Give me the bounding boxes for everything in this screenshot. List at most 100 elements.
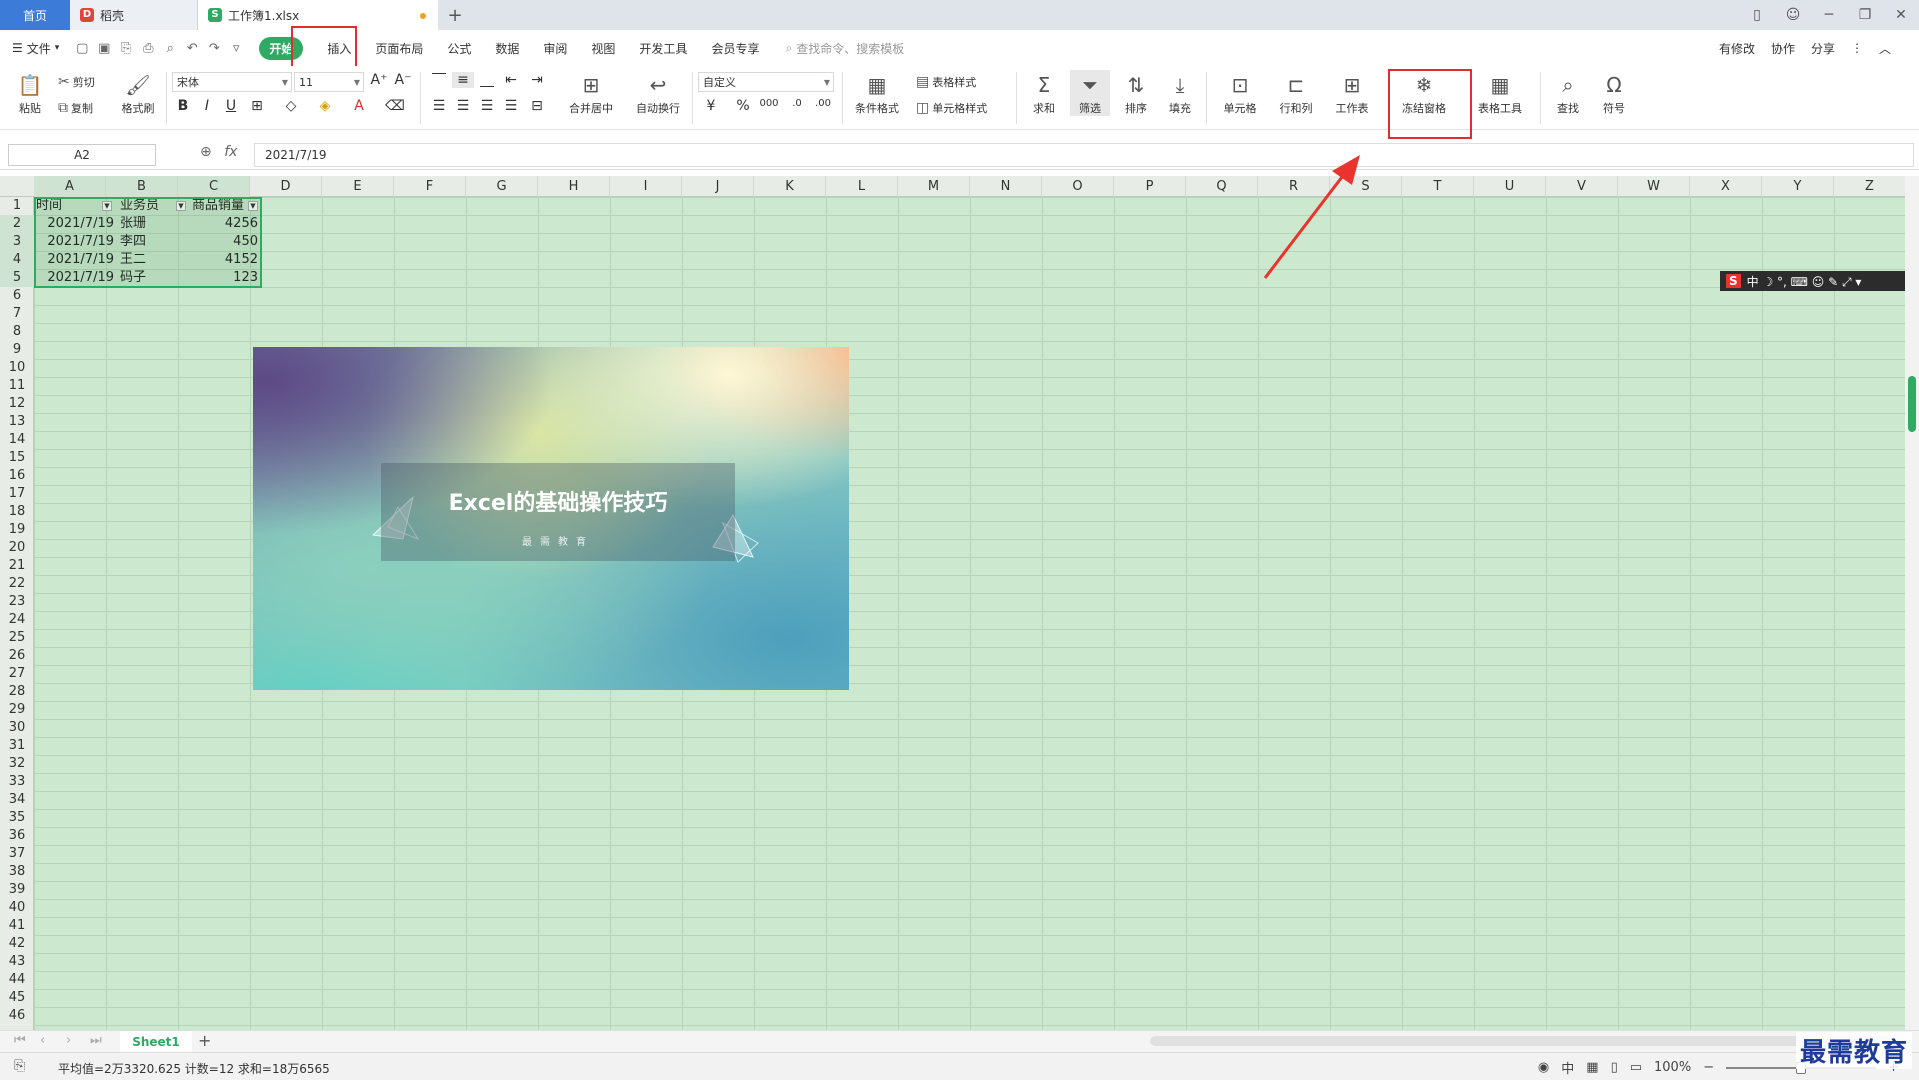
row-header[interactable]: 45 xyxy=(0,989,34,1007)
percent-icon[interactable]: % xyxy=(732,98,754,114)
row-header[interactable]: 12 xyxy=(0,395,34,413)
share-button[interactable]: 分享 xyxy=(1803,40,1843,57)
select-all-corner[interactable] xyxy=(0,176,34,197)
column-header[interactable]: F xyxy=(394,176,466,197)
bold-icon[interactable]: B xyxy=(172,98,194,114)
row-header[interactable]: 29 xyxy=(0,701,34,719)
column-header[interactable]: A xyxy=(34,176,106,197)
row-header[interactable]: 20 xyxy=(0,539,34,557)
row-header[interactable]: 34 xyxy=(0,791,34,809)
add-sheet-button[interactable]: + xyxy=(198,1031,211,1050)
row-header[interactable]: 21 xyxy=(0,557,34,575)
command-search[interactable]: ⌕ 查找命令、搜索模板 xyxy=(785,40,904,57)
grow-font-icon[interactable]: A⁺ xyxy=(368,72,390,88)
row-header[interactable]: 30 xyxy=(0,719,34,737)
file-menu[interactable]: ☰ 文件 ▾ xyxy=(0,30,71,66)
eye-protect-icon[interactable]: ◉ xyxy=(1538,1060,1549,1075)
column-header[interactable]: N xyxy=(970,176,1042,197)
align-center-icon[interactable]: ☰ xyxy=(452,98,474,114)
column-header[interactable]: G xyxy=(466,176,538,197)
row-header[interactable]: 17 xyxy=(0,485,34,503)
sum-button[interactable]: Σ 求和 xyxy=(1024,70,1064,116)
last-sheet-icon[interactable]: ⏭ xyxy=(90,1033,102,1048)
row-header[interactable]: 36 xyxy=(0,827,34,845)
column-header[interactable]: D xyxy=(250,176,322,197)
collaborate-button[interactable]: 协作 xyxy=(1763,40,1803,57)
export-icon[interactable]: ⎘ xyxy=(115,30,137,66)
layout-icon[interactable]: ▯ xyxy=(1739,7,1775,23)
row-header[interactable]: 15 xyxy=(0,449,34,467)
more-icon[interactable]: ⋮ xyxy=(1843,41,1871,55)
zoom-icon[interactable]: ⊕ xyxy=(200,144,212,160)
column-header[interactable]: W xyxy=(1618,176,1690,197)
fill-style-icon[interactable]: ◇ xyxy=(280,98,302,114)
column-header[interactable]: Z xyxy=(1834,176,1905,197)
italic-icon[interactable]: I xyxy=(196,98,218,114)
new-icon[interactable]: ▢ xyxy=(71,30,93,66)
row-header[interactable]: 4 xyxy=(0,251,34,269)
column-header[interactable]: E xyxy=(322,176,394,197)
horizontal-scrollbar[interactable] xyxy=(1150,1036,1890,1046)
row-header[interactable]: 40 xyxy=(0,899,34,917)
fill-button[interactable]: ⤓ 填充 xyxy=(1160,70,1200,116)
column-header[interactable]: K xyxy=(754,176,826,197)
restore-icon[interactable]: ❐ xyxy=(1847,7,1883,23)
wrap-text-button[interactable]: ↩ 自动换行 xyxy=(628,70,688,116)
shrink-font-icon[interactable]: A⁻ xyxy=(392,72,414,88)
font-color-icon[interactable]: A xyxy=(348,98,370,114)
align-right-icon[interactable]: ☰ xyxy=(476,98,498,114)
row-header[interactable]: 9 xyxy=(0,341,34,359)
row-header[interactable]: 23 xyxy=(0,593,34,611)
row-header[interactable]: 26 xyxy=(0,647,34,665)
row-header[interactable]: 10 xyxy=(0,359,34,377)
align-top-icon[interactable]: ⎺ xyxy=(428,72,450,88)
column-header[interactable]: Y xyxy=(1762,176,1834,197)
sort-button[interactable]: ⇅ 排序 xyxy=(1116,70,1156,116)
print-icon[interactable]: ⎙ xyxy=(137,30,159,66)
menu-data[interactable]: 数据 xyxy=(483,30,531,66)
symbol-button[interactable]: Ω 符号 xyxy=(1594,70,1634,116)
row-header[interactable]: 11 xyxy=(0,377,34,395)
table-tools-button[interactable]: ▦ 表格工具 xyxy=(1470,70,1530,116)
fill-color-icon[interactable]: ◈ xyxy=(314,98,336,114)
format-painter-button[interactable]: 🖌 格式刷 xyxy=(118,70,158,116)
column-header[interactable]: U xyxy=(1474,176,1546,197)
column-header[interactable]: X xyxy=(1690,176,1762,197)
decrease-decimal-icon[interactable]: .00 xyxy=(812,98,834,109)
clear-format-icon[interactable]: ⌫ xyxy=(384,98,406,114)
align-bottom-icon[interactable]: ⎽ xyxy=(476,72,498,88)
row-header[interactable]: 2 xyxy=(0,215,34,233)
merge-center-button[interactable]: ⊞ 合并居中 xyxy=(560,70,622,116)
row-header[interactable]: 37 xyxy=(0,845,34,863)
row-header[interactable]: 33 xyxy=(0,773,34,791)
underline-icon[interactable]: U xyxy=(220,98,242,114)
menu-page-layout[interactable]: 页面布局 xyxy=(363,30,435,66)
indent-increase-icon[interactable]: ⇥ xyxy=(526,72,548,88)
row-header[interactable]: 1 xyxy=(0,197,34,215)
currency-icon[interactable]: ¥ xyxy=(700,98,722,114)
row-header[interactable]: 27 xyxy=(0,665,34,683)
prev-sheet-icon[interactable]: ‹ xyxy=(40,1033,45,1048)
page-layout-view-icon[interactable]: ▯ xyxy=(1611,1060,1618,1075)
formula-input[interactable]: 2021/7/19 xyxy=(254,143,1914,167)
column-header[interactable]: M xyxy=(898,176,970,197)
column-header[interactable]: L xyxy=(826,176,898,197)
column-header[interactable]: O xyxy=(1042,176,1114,197)
row-header[interactable]: 6 xyxy=(0,287,34,305)
cell-button[interactable]: ⊡ 单元格 xyxy=(1214,70,1266,116)
column-header[interactable]: J xyxy=(682,176,754,197)
row-header[interactable]: 31 xyxy=(0,737,34,755)
normal-view-icon[interactable]: ▦ xyxy=(1586,1060,1598,1075)
cell-style-button[interactable]: ◫ 单元格样式 xyxy=(916,100,987,116)
cut-button[interactable]: ✂ 剪切 xyxy=(58,74,95,90)
customize-icon[interactable]: ▿ xyxy=(225,30,247,66)
column-header[interactable]: T xyxy=(1402,176,1474,197)
row-header[interactable]: 8 xyxy=(0,323,34,341)
column-header[interactable]: V xyxy=(1546,176,1618,197)
ime-toolbar[interactable]: S 中 ☽ °, ⌨ ☺ ✎ ⤢ ▾ xyxy=(1720,271,1919,291)
row-header[interactable]: 5 xyxy=(0,269,34,287)
row-header[interactable]: 24 xyxy=(0,611,34,629)
page-break-view-icon[interactable]: ▭ xyxy=(1630,1060,1642,1075)
new-tab-button[interactable]: + xyxy=(438,0,472,30)
zoom-out-icon[interactable]: − xyxy=(1703,1060,1714,1075)
